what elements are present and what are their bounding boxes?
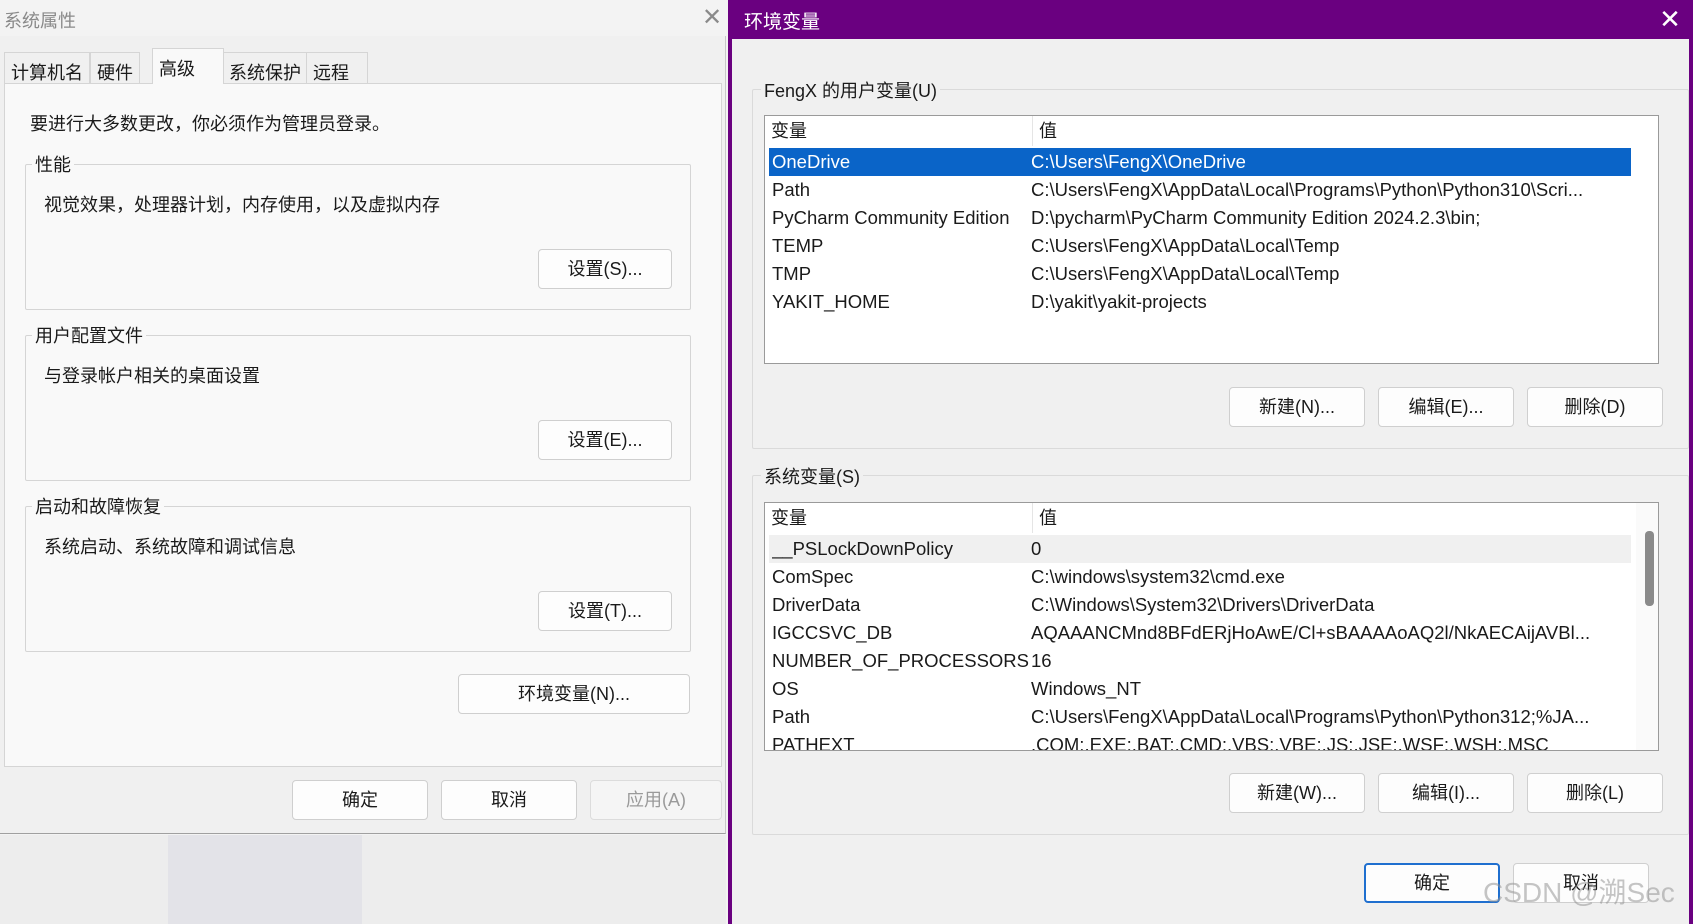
ok-button[interactable]: 确定	[292, 780, 428, 820]
performance-desc: 视觉效果，处理器计划，内存使用，以及虚拟内存	[44, 195, 440, 215]
table-row[interactable]: Path C:\Users\FengX\AppData\Local\Progra…	[769, 176, 1631, 204]
user-profiles-desc: 与登录帐户相关的桌面设置	[44, 366, 260, 386]
startup-recovery-settings-button[interactable]: 设置(T)...	[538, 591, 672, 631]
performance-label: 性能	[32, 151, 74, 177]
window-title: 系统属性	[4, 11, 76, 31]
table-row[interactable]: OneDrive C:\Users\FengX\OneDrive	[769, 148, 1631, 176]
variable-name: Path	[772, 706, 811, 727]
variable-name: IGCCSVC_DB	[772, 622, 893, 643]
env-window-title: 环境变量	[744, 12, 821, 33]
column-header-variable[interactable]: 变量	[765, 116, 1033, 146]
column-header-value[interactable]: 值	[1033, 503, 1613, 533]
variable-value: C:\Users\FengX\AppData\Local\Temp	[1031, 263, 1340, 284]
system-properties-titlebar[interactable]: 系统属性 ✕	[0, 0, 726, 36]
desktop-window-fragment	[168, 835, 362, 924]
variable-value: C:\Windows\System32\Drivers\DriverData	[1031, 594, 1375, 615]
desktop-background	[0, 835, 726, 924]
system-edit-button[interactable]: 编辑(I)...	[1378, 773, 1514, 813]
table-row[interactable]: IGCCSVC_DB AQAAANCMnd8BFdERjHoAwE/Cl+sBA…	[769, 619, 1631, 647]
table-row[interactable]: TMP C:\Users\FengX\AppData\Local\Temp	[769, 260, 1631, 288]
table-row[interactable]: Path C:\Users\FengX\AppData\Local\Progra…	[769, 703, 1631, 731]
startup-recovery-label: 启动和故障恢复	[32, 493, 164, 519]
user-profiles-label: 用户配置文件	[32, 322, 146, 348]
variable-value: D:\pycharm\PyCharm Community Edition 202…	[1031, 207, 1481, 228]
variable-value: AQAAANCMnd8BFdERjHoAwE/Cl+sBAAAAoAQ2l/Nk…	[1031, 622, 1591, 643]
system-properties-dialog: 系统属性 ✕ 计算机名 硬件 高级 系统保护 远程 要进行大多数更改，你必须作为…	[0, 0, 726, 834]
variable-name: ComSpec	[772, 566, 854, 587]
environment-variables-button[interactable]: 环境变量(N)...	[458, 674, 690, 714]
variable-value: C:\Users\FengX\AppData\Local\Programs\Py…	[1031, 179, 1584, 200]
variable-value: C:\Users\FengX\OneDrive	[1031, 151, 1246, 172]
variable-name: PyCharm Community Edition	[772, 207, 1010, 228]
startup-recovery-group: 启动和故障恢复 系统启动、系统故障和调试信息 设置(T)...	[25, 493, 691, 652]
variable-value: D:\yakit\yakit-projects	[1031, 291, 1207, 312]
variable-name: YAKIT_HOME	[772, 291, 890, 312]
table-row[interactable]: YAKIT_HOME D:\yakit\yakit-projects	[769, 288, 1631, 316]
table-row[interactable]: __PSLockDownPolicy 0	[769, 535, 1631, 563]
tab-computer-name[interactable]: 计算机名	[4, 52, 90, 84]
env-titlebar[interactable]: 环境变量 ✕	[732, 0, 1689, 39]
performance-group: 性能 视觉效果，处理器计划，内存使用，以及虚拟内存 设置(S)...	[25, 151, 691, 310]
variable-name: DriverData	[772, 594, 861, 615]
table-row[interactable]: DriverData C:\Windows\System32\Drivers\D…	[769, 591, 1631, 619]
variable-name: __PSLockDownPolicy	[772, 538, 953, 559]
variable-name: TMP	[772, 263, 812, 284]
variable-value: 0	[1031, 538, 1042, 559]
system-variables-label: 系统变量(S)	[761, 463, 863, 489]
apply-button[interactable]: 应用(A)	[590, 780, 722, 820]
scrollbar-thumb[interactable]	[1645, 531, 1654, 606]
column-header-value[interactable]: 值	[1033, 116, 1613, 146]
variable-value: C:\Users\FengX\AppData\Local\Temp	[1031, 235, 1340, 256]
tab-advanced[interactable]: 高级	[152, 48, 224, 84]
table-row[interactable]: ComSpec C:\windows\system32\cmd.exe	[769, 563, 1631, 591]
variable-name: OS	[772, 678, 799, 699]
table-row[interactable]: NUMBER_OF_PROCESSORS 16	[769, 647, 1631, 675]
table-row[interactable]: PyCharm Community Edition D:\pycharm\PyC…	[769, 204, 1631, 232]
close-icon[interactable]: ✕	[700, 4, 724, 32]
user-edit-button[interactable]: 编辑(E)...	[1378, 387, 1514, 427]
startup-recovery-desc: 系统启动、系统故障和调试信息	[44, 537, 296, 557]
variable-value: C:\windows\system32\cmd.exe	[1031, 566, 1285, 587]
cancel-button[interactable]: 取消	[441, 780, 577, 820]
variable-value: 16	[1031, 650, 1052, 671]
user-variables-list[interactable]: 变量 值 OneDrive C:\Users\FengX\OneDrive Pa…	[764, 115, 1659, 364]
variable-name: NUMBER_OF_PROCESSORS	[772, 650, 1029, 671]
list-header: 变量 值	[765, 503, 1658, 533]
user-variables-label: FengX 的用户变量(U)	[761, 77, 941, 103]
tab-remote[interactable]: 远程	[306, 52, 368, 84]
variable-name: Path	[772, 179, 811, 200]
list-header: 变量 值	[765, 116, 1658, 146]
variable-name: PATHEXT	[772, 734, 855, 751]
table-row[interactable]: PATHEXT .COM;.EXE;.BAT;.CMD;.VBS;.VBE;.J…	[769, 731, 1631, 751]
variable-value: Windows_NT	[1031, 678, 1141, 699]
system-delete-button[interactable]: 删除(L)	[1527, 773, 1663, 813]
system-variables-list[interactable]: 变量 值 __PSLockDownPolicy 0 ComSpec C:\win…	[764, 502, 1659, 751]
watermark: CSDN @溯Sec	[1483, 877, 1675, 908]
user-profiles-settings-button[interactable]: 设置(E)...	[538, 420, 672, 460]
table-row[interactable]: OS Windows_NT	[769, 675, 1631, 703]
performance-settings-button[interactable]: 设置(S)...	[538, 249, 672, 289]
user-new-button[interactable]: 新建(N)...	[1229, 387, 1365, 427]
env-ok-button[interactable]: 确定	[1364, 863, 1500, 903]
vertical-scrollbar[interactable]	[1636, 503, 1658, 750]
tab-system-protection[interactable]: 系统保护	[222, 52, 308, 84]
variable-name: TEMP	[772, 235, 824, 256]
variable-value: C:\Users\FengX\AppData\Local\Programs\Py…	[1031, 706, 1590, 727]
system-new-button[interactable]: 新建(W)...	[1229, 773, 1365, 813]
user-delete-button[interactable]: 删除(D)	[1527, 387, 1663, 427]
column-header-variable[interactable]: 变量	[765, 503, 1033, 533]
variable-name: OneDrive	[772, 151, 851, 172]
admin-notice: 要进行大多数更改，你必须作为管理员登录。	[30, 114, 390, 134]
user-profiles-group: 用户配置文件 与登录帐户相关的桌面设置 设置(E)...	[25, 322, 691, 481]
close-icon[interactable]: ✕	[1656, 3, 1684, 35]
table-row[interactable]: TEMP C:\Users\FengX\AppData\Local\Temp	[769, 232, 1631, 260]
tab-hardware[interactable]: 硬件	[90, 52, 140, 84]
variable-value: .COM;.EXE;.BAT;.CMD;.VBS;.VBE;.JS;.JSE;.…	[1031, 734, 1549, 751]
